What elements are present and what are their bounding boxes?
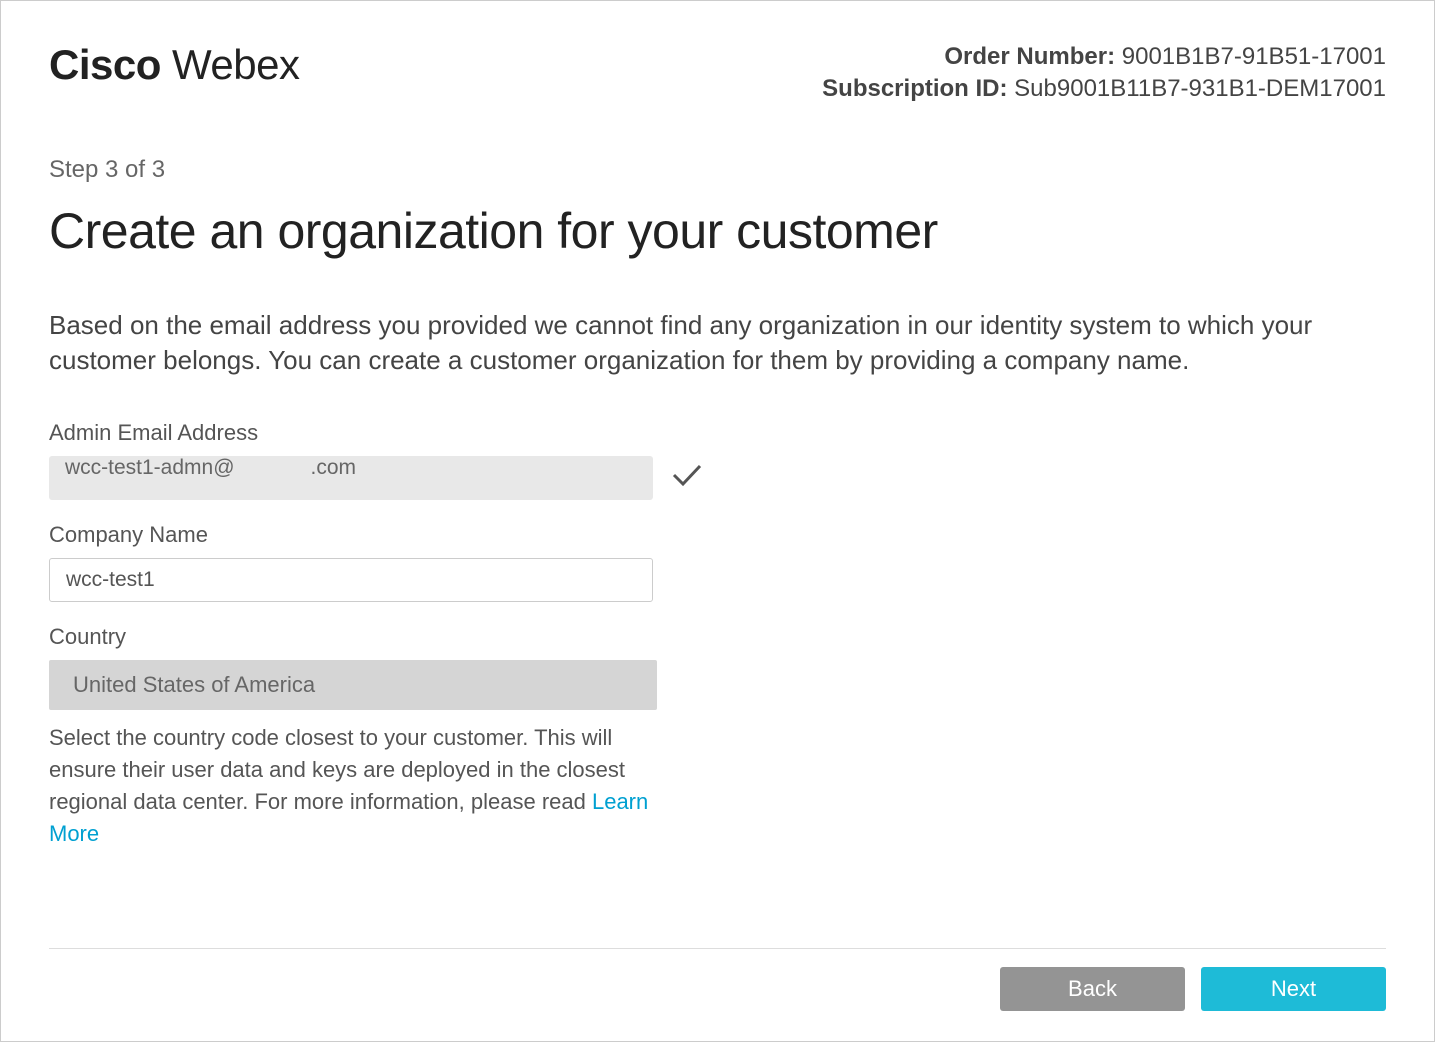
- email-redacted-part: [237, 458, 309, 478]
- company-name-input[interactable]: [49, 558, 653, 602]
- header: Cisco Webex Order Number: 9001B1B7-91B51…: [49, 41, 1386, 106]
- company-label: Company Name: [49, 522, 1386, 548]
- email-form-group: Admin Email Address wcc-test1-admn@ .com: [49, 420, 1386, 500]
- order-number-label: Order Number:: [944, 43, 1115, 70]
- checkmark-icon: [671, 461, 703, 494]
- subscription-id-label: Subscription ID:: [822, 75, 1007, 102]
- country-selected-value: United States of America: [73, 672, 315, 698]
- country-help-prefix: Select the country code closest to your …: [49, 725, 625, 814]
- cisco-webex-logo: Cisco Webex: [49, 41, 300, 89]
- logo-bold-part: Cisco: [49, 41, 161, 88]
- logo-light-part: Webex: [161, 41, 300, 88]
- country-select[interactable]: United States of America: [49, 660, 657, 710]
- email-field: wcc-test1-admn@ .com: [49, 456, 653, 500]
- back-button[interactable]: Back: [1000, 967, 1185, 1011]
- subscription-id-value: Sub9001B11B7-931B1-DEM17001: [1014, 75, 1386, 102]
- company-form-group: Company Name: [49, 522, 1386, 602]
- country-label: Country: [49, 624, 1386, 650]
- page-title: Create an organization for your customer: [49, 202, 1386, 260]
- page-description: Based on the email address you provided …: [49, 308, 1386, 378]
- order-info: Order Number: 9001B1B7-91B51-17001 Subsc…: [822, 41, 1386, 106]
- order-number-value: 9001B1B7-91B51-17001: [1122, 43, 1386, 70]
- email-prefix: wcc-test1-admn@: [65, 456, 235, 479]
- footer: Back Next: [49, 948, 1386, 1011]
- email-label: Admin Email Address: [49, 420, 1386, 446]
- email-suffix: .com: [311, 456, 357, 479]
- step-indicator: Step 3 of 3: [49, 156, 1386, 184]
- country-help-text: Select the country code closest to your …: [49, 722, 669, 850]
- next-button[interactable]: Next: [1201, 967, 1386, 1011]
- country-form-group: Country United States of America Select …: [49, 624, 1386, 850]
